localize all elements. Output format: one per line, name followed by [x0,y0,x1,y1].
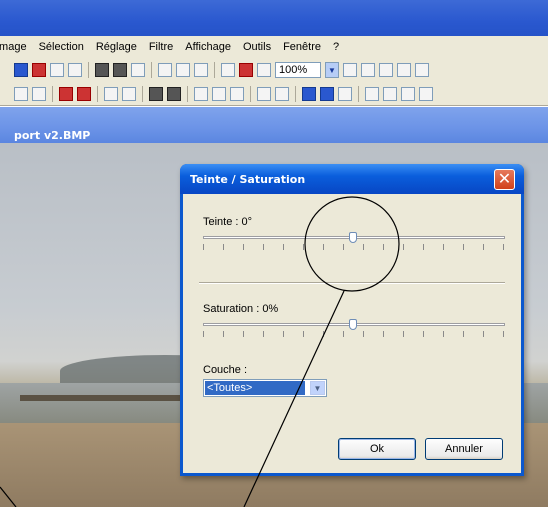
hue-saturation-dialog: Teinte / Saturation ✕ Teinte : 0° Satura… [180,164,524,476]
monitor-icon[interactable] [302,86,316,101]
redo-icon[interactable] [50,63,64,77]
grayscale-icon[interactable] [95,63,109,77]
gamma-down-icon[interactable] [104,86,118,101]
hue-label: Teinte : 0° [203,216,253,228]
menu-reglage[interactable]: Réglage [90,41,143,53]
tree-icon[interactable] [221,63,235,77]
toolbar-separator [52,85,53,102]
ok-button[interactable]: Ok [338,438,416,460]
dialog-title: Teinte / Saturation [190,173,306,186]
paste-icon[interactable] [176,63,190,77]
toolbar-separator [214,62,215,78]
copy-icon[interactable] [158,63,172,77]
zoom-in-icon[interactable] [343,63,357,77]
channel-label: Couche : [203,364,248,376]
display-icon[interactable] [320,86,334,101]
fullscreen-icon[interactable] [415,63,429,77]
close-icon[interactable]: ✕ [494,169,515,190]
sharpen-icon[interactable] [212,86,226,101]
gamma-up-icon[interactable] [122,86,136,101]
toolbar-separator [358,85,359,102]
toolbar-separator [142,85,143,102]
crop-icon[interactable] [68,63,82,77]
menu-filtre[interactable]: Filtre [143,41,179,53]
toolbar-separator [151,62,152,78]
main-toolbar: 100% ▼ [0,58,548,82]
secondary-toolbar [0,82,548,106]
saturation-slider-ticks [203,331,506,337]
toolbar-separator [295,85,296,102]
flip-vertical-icon[interactable] [77,86,91,101]
print-icon[interactable] [419,86,433,101]
actual-size-icon[interactable] [397,63,411,77]
rotate-left-icon[interactable] [14,86,28,101]
menu-affichage[interactable]: Affichage [179,41,237,53]
filter-icon[interactable] [131,63,145,77]
toolbar-separator [97,85,98,102]
toolbar-separator [88,62,89,78]
save-icon[interactable] [14,63,28,77]
levels-icon[interactable] [257,86,271,101]
menu-fenetre[interactable]: Fenêtre [277,41,327,53]
effects-icon[interactable] [239,63,253,77]
chevron-down-icon[interactable]: ▼ [325,62,339,78]
channel-select[interactable]: <Toutes> ▼ [203,379,327,397]
fit-window-icon[interactable] [379,63,393,77]
zoom-out-icon[interactable] [361,63,375,77]
menu-selection[interactable]: Sélection [33,41,90,53]
divider [199,282,505,284]
hue-slider-thumb[interactable] [349,232,357,243]
book-icon[interactable] [365,86,379,101]
saturation-label: Saturation : 0% [203,303,279,315]
menu-help[interactable]: ? [327,41,345,53]
layers-icon[interactable] [383,86,397,101]
undo-icon[interactable] [32,63,46,77]
app-title-bar [0,0,548,36]
toolbar-separator [250,85,251,102]
contrast-up-icon[interactable] [167,86,181,101]
photo-jetty [20,395,180,401]
blur-icon[interactable] [230,86,244,101]
curves-icon[interactable] [275,86,289,101]
menu-outils[interactable]: Outils [237,41,277,53]
channel-selected-value: <Toutes> [205,381,305,395]
rotate-right-icon[interactable] [32,86,46,101]
menu-bar: Image Sélection Réglage Filtre Affichage… [0,36,548,58]
zoom-field[interactable]: 100% [275,62,321,78]
color-palette-icon[interactable] [113,63,127,77]
hue-slider-ticks [203,244,506,250]
histogram-icon[interactable] [338,86,352,101]
cancel-button[interactable]: Annuler [425,438,503,460]
toolbar-separator [187,85,188,102]
flip-horizontal-icon[interactable] [59,86,73,101]
contrast-down-icon[interactable] [149,86,163,101]
window-icon[interactable] [257,63,271,77]
saturation-slider-thumb[interactable] [349,319,357,330]
dialog-body: Teinte : 0° Saturation : 0% Couche : <To… [183,194,521,473]
document-title: port v2.BMP [14,129,91,142]
menu-image[interactable]: Image [0,41,33,53]
text-icon[interactable] [194,63,208,77]
chevron-down-icon[interactable]: ▼ [310,381,325,395]
export-icon[interactable] [401,86,415,101]
brightness-icon[interactable] [194,86,208,101]
